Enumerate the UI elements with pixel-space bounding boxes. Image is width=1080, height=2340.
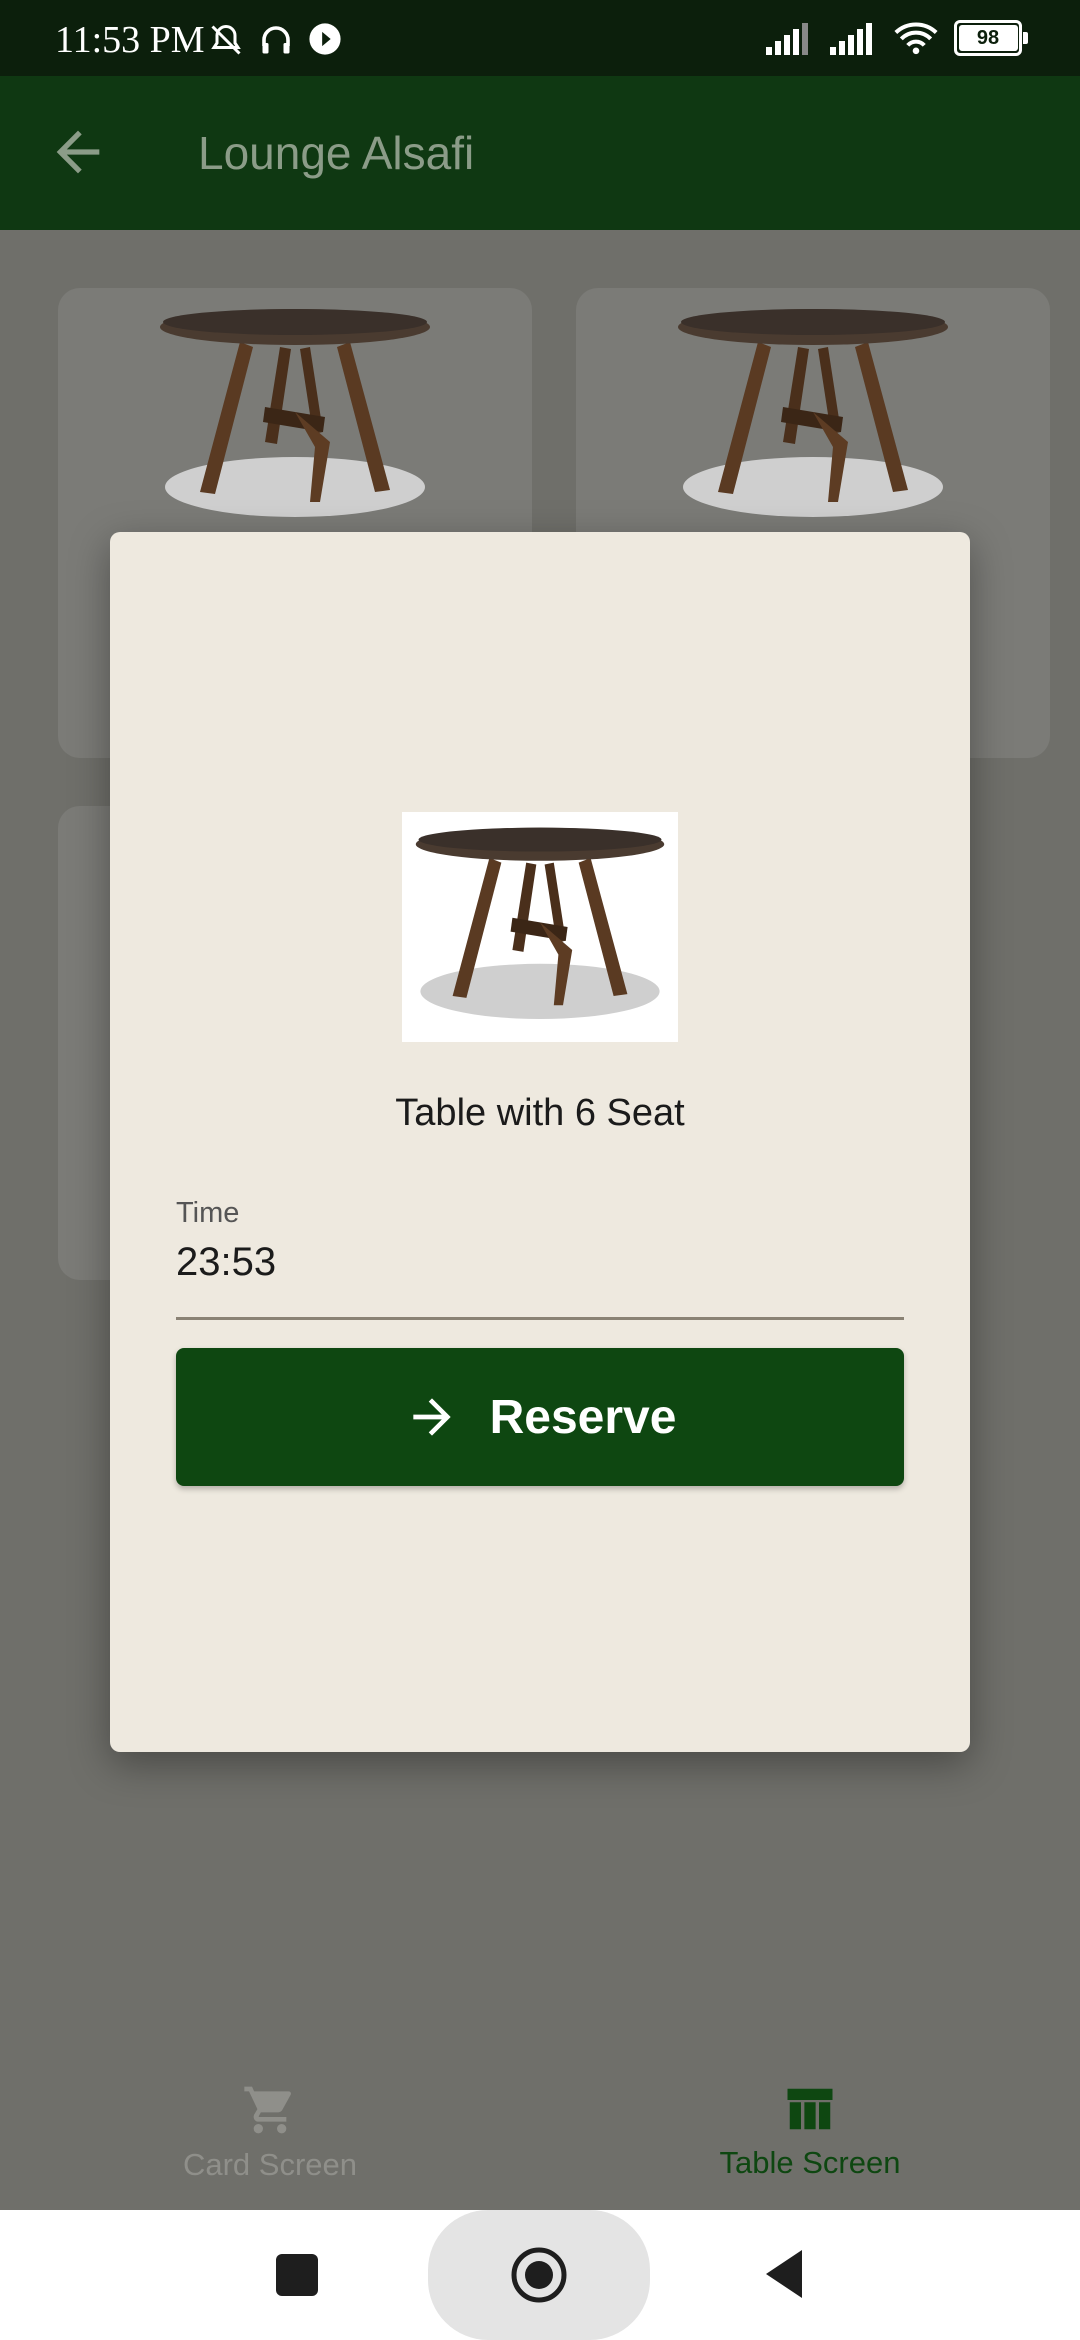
headset-icon	[262, 26, 290, 54]
reserve-label: Reserve	[489, 1390, 677, 1444]
table-image	[402, 812, 678, 1042]
status-icons-right: 98	[766, 20, 1028, 56]
system-navigation-bar	[0, 2210, 1080, 2340]
time-label: Time	[176, 1197, 240, 1229]
nav-item-table-screen[interactable]: Table Screen	[630, 2082, 990, 2181]
table-icon	[787, 2088, 833, 2130]
cart-icon	[244, 2086, 291, 2134]
play-icon	[309, 23, 341, 55]
signal-icon	[766, 23, 808, 55]
nav-label: Table Screen	[719, 2145, 901, 2180]
arrow-right-icon	[412, 1398, 451, 1436]
nav-item-card-screen[interactable]: Card Screen	[90, 2082, 450, 2183]
back-triangle-icon[interactable]	[762, 2248, 806, 2300]
app-title: Lounge Alsafi	[198, 127, 475, 179]
bottom-navigation: Card Screen Table Screen	[0, 2060, 1080, 2210]
table-image	[658, 302, 968, 532]
status-time: 11:53 PM	[55, 19, 205, 61]
status-icons-left	[208, 22, 342, 58]
signal-icon-2	[830, 23, 872, 55]
reservation-dialog: Table with 6 Seat Time 23:53 Reserve	[110, 532, 970, 1752]
battery-level: 98	[976, 27, 1000, 49]
nav-label: Card Screen	[182, 2147, 358, 2182]
time-field-underline	[176, 1317, 904, 1320]
home-button[interactable]	[510, 2246, 568, 2304]
time-field[interactable]: 23:53	[176, 1240, 276, 1285]
wifi-icon	[894, 22, 938, 55]
silent-bell-icon	[211, 24, 241, 55]
table-image	[140, 302, 450, 532]
battery-indicator: 98	[954, 20, 1028, 56]
status-bar: 11:53 PM 98	[0, 0, 1080, 76]
dialog-title: Table with 6 Seat	[395, 1092, 685, 1134]
back-arrow-icon[interactable]	[46, 120, 110, 184]
app-bar: Lounge Alsafi	[0, 76, 1080, 230]
reserve-button[interactable]: Reserve	[176, 1348, 904, 1486]
recents-button[interactable]	[276, 2254, 318, 2296]
